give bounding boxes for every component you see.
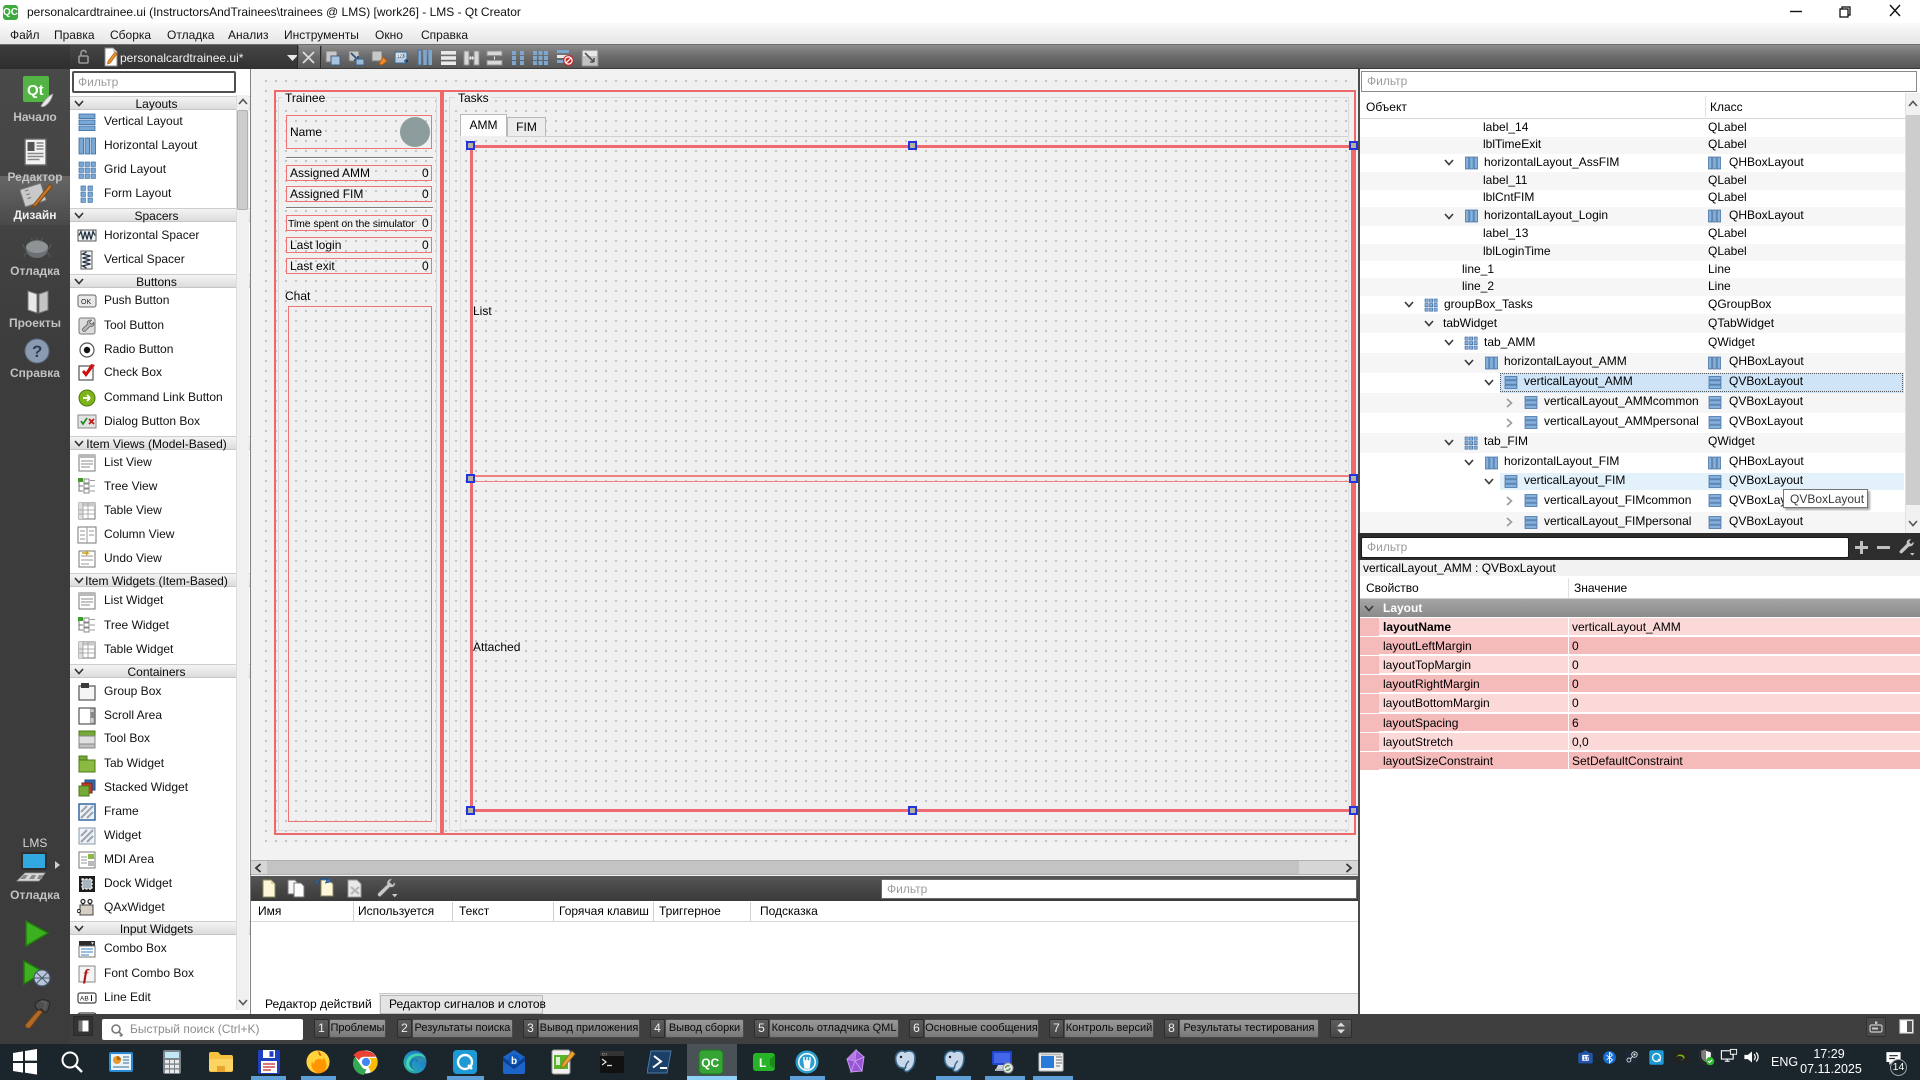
svg-text:C:\: C:\	[602, 1051, 608, 1056]
svg-text:Qt: Qt	[27, 82, 44, 99]
svg-text:?: ?	[32, 342, 42, 361]
svg-text:L: L	[759, 1056, 766, 1070]
svg-text:QC: QC	[701, 1056, 719, 1070]
svg-text:OK: OK	[81, 299, 91, 306]
svg-text:123: 123	[397, 54, 405, 59]
svg-text:17: 17	[1583, 1056, 1589, 1062]
svg-text:b: b	[511, 1056, 517, 1067]
svg-text:AB: AB	[80, 996, 89, 1003]
